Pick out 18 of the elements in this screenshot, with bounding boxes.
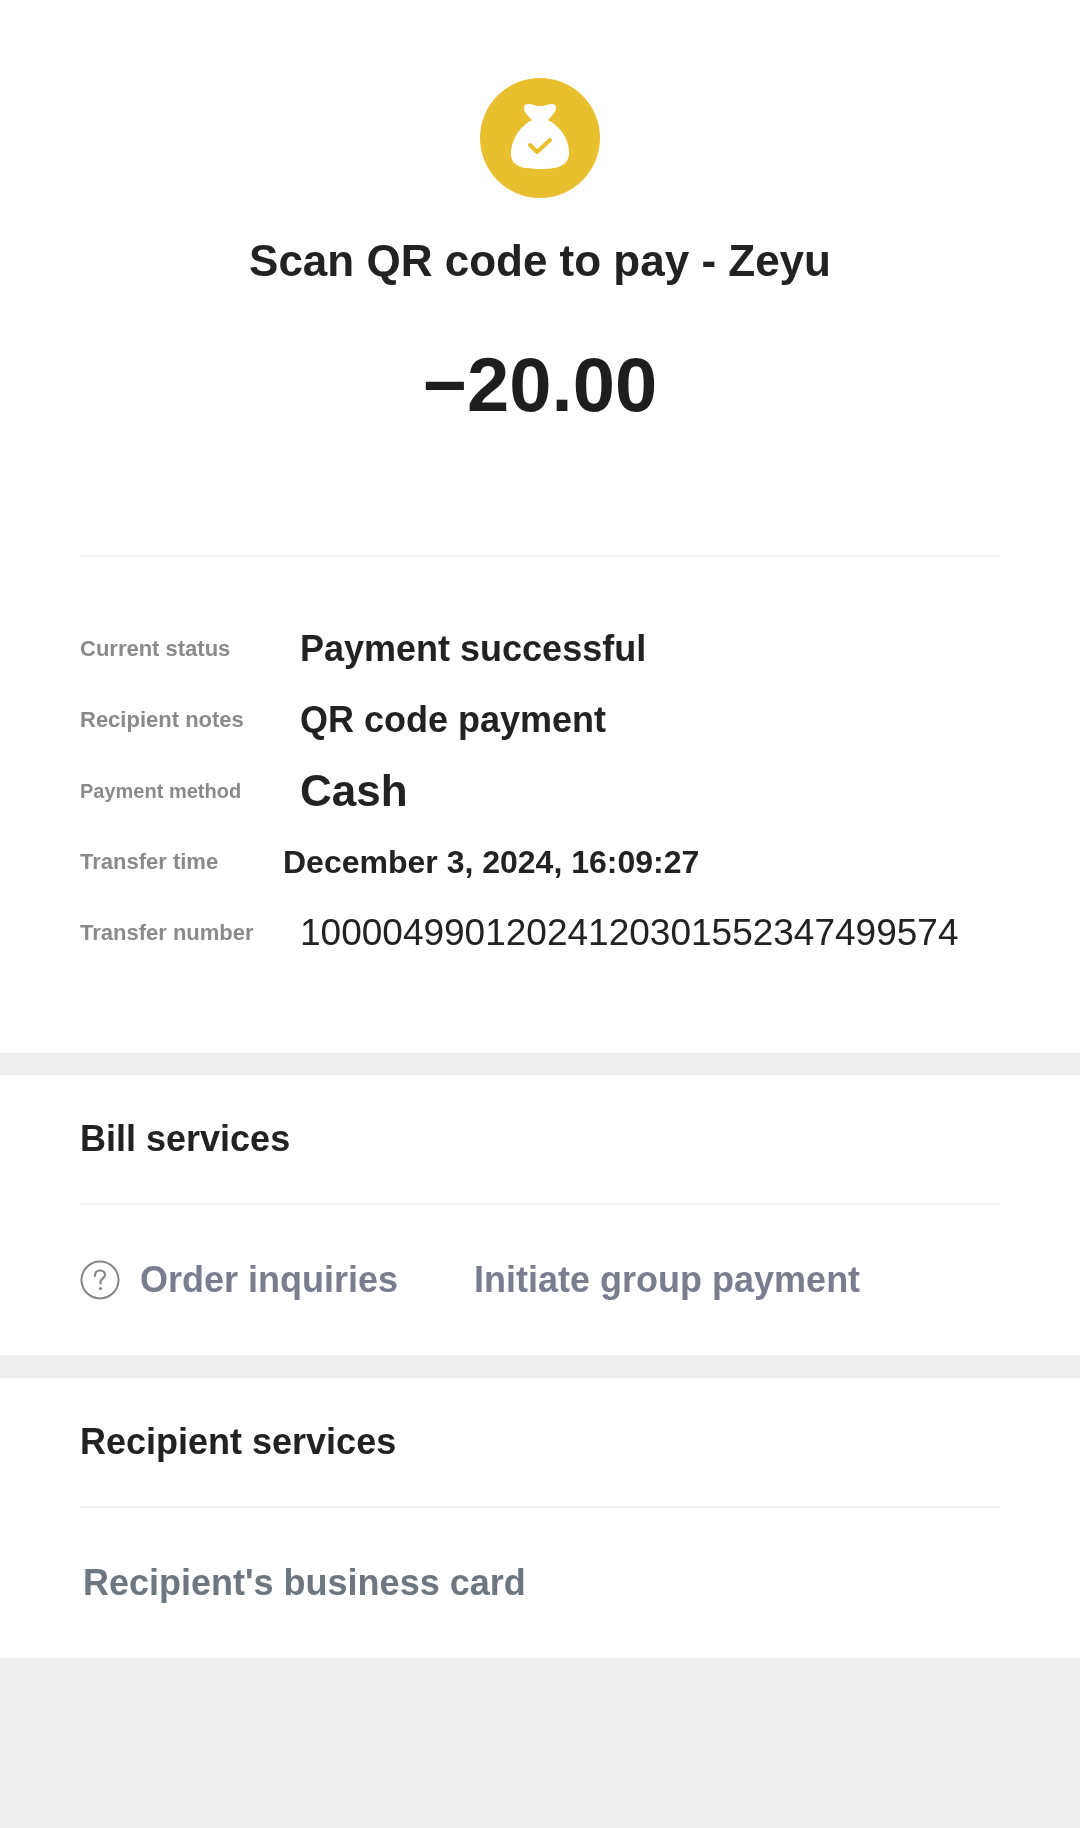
payment-amount: −20.00 xyxy=(421,343,659,427)
detail-value: Payment successful xyxy=(300,626,647,671)
service-link[interactable]: Initiate group payment xyxy=(474,1253,861,1307)
payment-title: Scan QR code to pay - Zeyu xyxy=(248,237,832,285)
help-icon xyxy=(80,1260,120,1300)
money-bag-check-icon xyxy=(480,78,600,198)
detail-label: Current status xyxy=(80,635,232,663)
detail-label: Recipient notes xyxy=(80,706,245,734)
detail-value: QR code payment xyxy=(300,697,607,742)
section-heading: Recipient services xyxy=(80,1420,397,1464)
detail-label: Payment method xyxy=(80,778,243,804)
service-link[interactable]: Order inquiries xyxy=(80,1253,399,1307)
section-heading: Bill services xyxy=(80,1117,291,1161)
detail-value: 10000499012024120301552347499574 xyxy=(300,910,959,955)
detail-value: December 3, 2024, 16:09:27 xyxy=(283,842,700,882)
detail-label: Transfer number xyxy=(80,919,255,947)
service-link[interactable]: Recipient's business card xyxy=(83,1556,526,1610)
detail-value: Cash xyxy=(300,764,408,817)
